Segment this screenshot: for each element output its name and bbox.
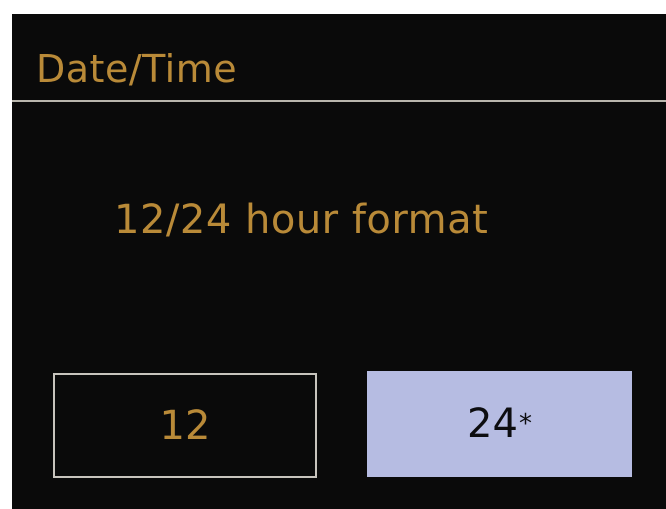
device-screen: Date/Time 12/24 hour format 12 24 * xyxy=(12,14,666,509)
option-24-label: 24 xyxy=(467,401,518,447)
selected-marker: * xyxy=(518,409,532,439)
header-divider xyxy=(12,100,666,102)
page-title: Date/Time xyxy=(36,47,238,91)
option-12-hour-button[interactable]: 12 xyxy=(53,373,317,478)
option-24-hour-button[interactable]: 24 * xyxy=(367,371,632,477)
setting-prompt: 12/24 hour format xyxy=(114,197,489,243)
device-photo-frame: Date/Time 12/24 hour format 12 24 * xyxy=(0,0,666,509)
option-12-label: 12 xyxy=(159,402,211,449)
